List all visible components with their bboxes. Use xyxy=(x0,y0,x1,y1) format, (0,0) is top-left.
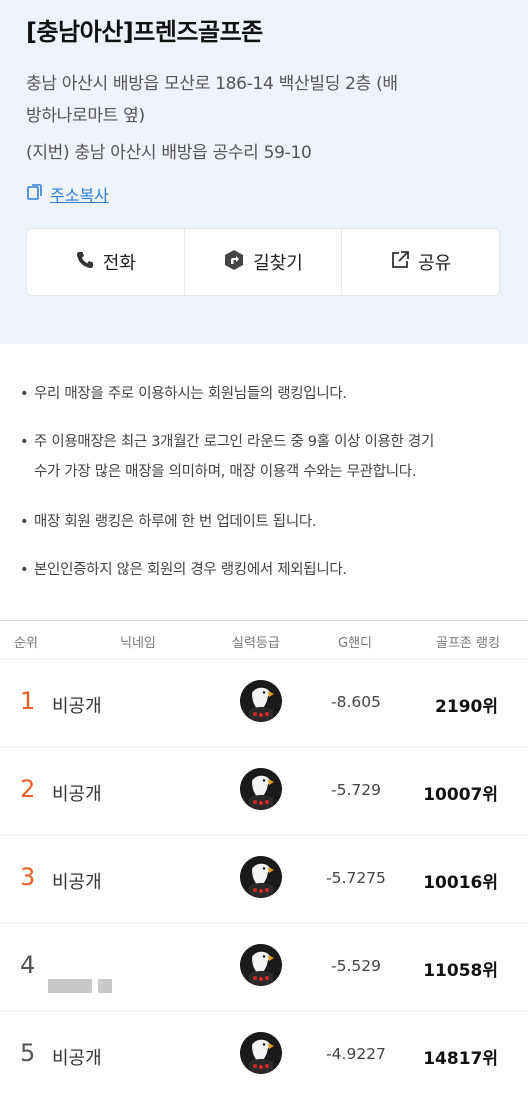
table-row[interactable]: 4 -5.529 11058위 xyxy=(0,924,528,1012)
nickname: 비공개 xyxy=(52,872,102,893)
col-g-handicap: G핸디 xyxy=(338,636,372,651)
nickname: 비공개 xyxy=(52,696,102,717)
jibun-address: (지번) 충남 아산시 배방읍 공수리 59-10 xyxy=(26,143,312,163)
g-handicap-value: -5.7275 xyxy=(326,869,386,887)
road-address-line2: 방하나로마트 옆) xyxy=(26,106,145,126)
store-title: [충남아산]프렌즈골프존 xyxy=(26,18,263,46)
note-item: • 본인인증하지 않은 회원의 경우 랭킹에서 제외됩니다. xyxy=(20,562,347,578)
copy-icon xyxy=(26,183,44,205)
road-address-line1: 충남 아산시 배방읍 모산로 186-14 백산빌딩 2층 (배 xyxy=(26,74,398,94)
golfzon-ranking-value: 10007위 xyxy=(423,785,498,805)
rank-number: 5 xyxy=(20,1039,36,1067)
directions-label: 길찾기 xyxy=(253,253,303,274)
action-bar: 전화 길찾기 공유 xyxy=(26,228,500,296)
nickname: 비공개 xyxy=(52,1048,102,1069)
g-handicap-value: -5.529 xyxy=(331,957,381,975)
store-header: [충남아산]프렌즈골프존 충남 아산시 배방읍 모산로 186-14 백산빌딩 … xyxy=(0,0,528,344)
nickname: 비공개 xyxy=(52,784,102,805)
golfzon-ranking-value: 2190위 xyxy=(435,697,498,717)
table-row[interactable]: 5 비공개 -4.9227 14817위 xyxy=(0,1012,528,1093)
col-nickname: 닉네임 xyxy=(120,636,156,651)
table-row[interactable]: 1 비공개 -8.605 2190위 xyxy=(0,660,528,748)
table-row[interactable]: 2 비공개 -5.729 10007위 xyxy=(0,748,528,836)
rank-number: 1 xyxy=(20,687,36,715)
note-item: • 주 이용매장은 최근 3개월간 로그인 라운드 중 9홀 이상 이용한 경기 xyxy=(20,434,434,450)
golfzon-ranking-value: 10016위 xyxy=(423,873,498,893)
col-skill-grade: 실력등급 xyxy=(232,636,280,651)
skill-grade-eagle-icon xyxy=(240,680,282,722)
ranking-table-header: 순위 닉네임 실력등급 G핸디 골프존 랭킹 xyxy=(0,620,528,660)
note-item: • 매장 회원 랭킹은 하루에 한 번 업데이트 됩니다. xyxy=(20,514,317,530)
g-handicap-value: -5.729 xyxy=(331,781,381,799)
rank-number: 3 xyxy=(20,863,36,891)
note-item-continued: 수가 가장 많은 매장을 의미하며, 매장 이용객 수와는 무관합니다. xyxy=(34,464,417,480)
call-label: 전화 xyxy=(102,253,136,274)
share-label: 공유 xyxy=(418,253,452,274)
col-rank: 순위 xyxy=(14,636,38,651)
skill-grade-eagle-icon xyxy=(240,768,282,810)
copy-address-label: 주소복사 xyxy=(50,186,109,205)
share-button[interactable]: 공유 xyxy=(341,229,499,295)
directions-icon xyxy=(223,249,245,276)
skill-grade-eagle-icon xyxy=(240,856,282,898)
table-row[interactable]: 3 비공개 -5.7275 10016위 xyxy=(0,836,528,924)
skill-grade-eagle-icon xyxy=(240,1032,282,1074)
phone-icon xyxy=(75,250,95,275)
call-button[interactable]: 전화 xyxy=(27,229,184,295)
directions-button[interactable]: 길찾기 xyxy=(183,229,342,295)
rank-number: 4 xyxy=(20,951,36,979)
golfzon-ranking-value: 11058위 xyxy=(423,961,498,981)
nickname-redacted xyxy=(48,978,124,994)
g-handicap-value: -4.9227 xyxy=(326,1045,386,1063)
rank-number: 2 xyxy=(20,775,36,803)
note-item: • 우리 매장을 주로 이용하시는 회원님들의 랭킹입니다. xyxy=(20,386,347,402)
copy-address-link[interactable]: 주소복사 xyxy=(26,182,109,206)
share-icon xyxy=(390,250,410,275)
g-handicap-value: -8.605 xyxy=(331,693,381,711)
skill-grade-eagle-icon xyxy=(240,944,282,986)
golfzon-ranking-value: 14817위 xyxy=(423,1049,498,1069)
col-golfzon-ranking: 골프존 랭킹 xyxy=(436,636,500,651)
